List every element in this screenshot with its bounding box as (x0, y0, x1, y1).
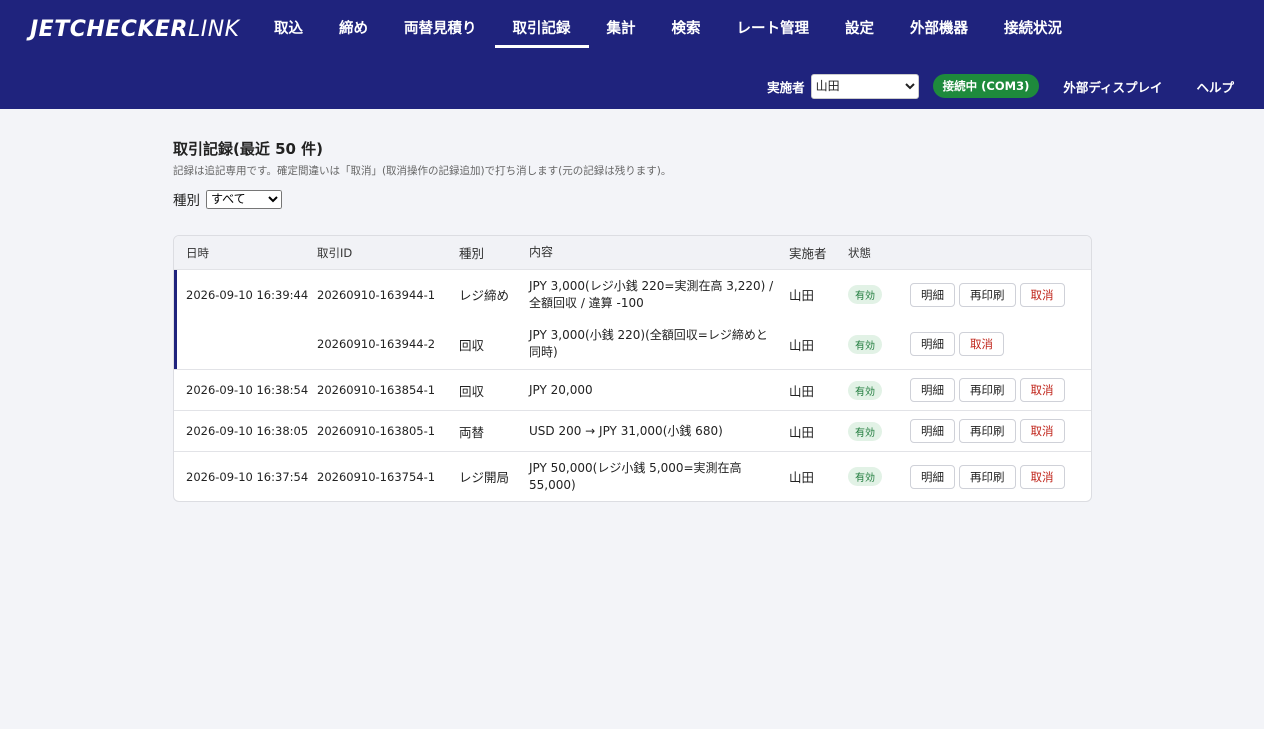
nav-item-import[interactable]: 取込 (256, 0, 321, 48)
cancel-button[interactable]: 取消 (1019, 282, 1065, 307)
row-id: 20260910-163805-1 (317, 424, 436, 438)
reprint-button[interactable]: 再印刷 (959, 419, 1016, 443)
row-operator: 山田 (789, 424, 815, 440)
row-content: JPY 3,000(小銭 220)(全額回収=レジ締めと同時) (529, 328, 768, 360)
row-id: 20260910-163754-1 (317, 469, 436, 484)
help-link[interactable]: ヘルプ (1196, 77, 1234, 96)
type-filter-select[interactable]: すべて (206, 189, 282, 209)
detail-button[interactable]: 明細 (910, 282, 955, 307)
row-date: 2026-09-10 16:38:05 (186, 424, 309, 438)
type-filter: 種別 すべて (173, 189, 1092, 209)
row-actions: 明細 再印刷 取消 (910, 464, 1065, 489)
header-operator: 実施者 (789, 246, 827, 261)
header-id: 取引ID (317, 245, 353, 260)
status-badge: 有効 (848, 421, 882, 441)
row-id: 20260910-163944-2 (317, 337, 436, 352)
row-content: JPY 20,000 (529, 382, 593, 397)
cancel-button[interactable]: 取消 (959, 332, 1004, 357)
main-nav: 取込 締め 両替見積り 取引記録 集計 検索 レート管理 設定 外部機器 接続状… (256, 0, 1080, 48)
nav-item-transaction-log[interactable]: 取引記録 (494, 0, 589, 48)
table-row-group: 2026-09-10 16:39:44 20260910-163944-1 レジ… (174, 269, 1091, 369)
sub-bar: 実施者 山田 接続中 (COM3) 外部ディスプレイ ヘルプ (767, 73, 1264, 99)
detail-button[interactable]: 明細 (910, 332, 955, 357)
table-row: 2026-09-10 16:38:05 20260910-163805-1 両替… (174, 410, 1091, 451)
row-date: 2026-09-10 16:37:54 (186, 469, 309, 484)
row-content: JPY 3,000(レジ小銭 220=実測在高 3,220) / 全額回収 / … (529, 278, 774, 310)
connection-badge: 接続中 (COM3) (932, 74, 1040, 98)
detail-button[interactable]: 明細 (910, 419, 955, 443)
page-description: 記録は追記専用です。確定間違いは「取消」(取消操作の記録追加)で打ち消します(元… (173, 165, 672, 177)
table-row: 20260910-163944-2 回収 JPY 3,000(小銭 220)(全… (174, 320, 1091, 370)
row-id: 20260910-163854-1 (317, 383, 436, 397)
table-row: 2026-09-10 16:38:54 20260910-163854-1 回収… (174, 369, 1091, 410)
filter-label: 種別 (173, 193, 200, 209)
row-operator: 山田 (789, 383, 815, 399)
header-date: 日時 (186, 245, 209, 260)
header-status: 状態 (848, 245, 871, 260)
status-badge: 有効 (848, 467, 882, 486)
row-type: 回収 (459, 337, 485, 353)
external-display-link[interactable]: 外部ディスプレイ (1063, 77, 1162, 96)
row-date: 2026-09-10 16:39:44 (186, 287, 309, 302)
row-operator: 山田 (789, 337, 815, 353)
row-type: 回収 (459, 383, 485, 399)
nav-item-settings[interactable]: 設定 (827, 0, 892, 48)
page-title: 取引記録(最近 50 件) (173, 140, 324, 158)
row-type: レジ締め (459, 288, 510, 304)
row-actions: 明細 取消 (910, 332, 1004, 357)
row-content: USD 200 → JPY 31,000(小銭 680) (529, 423, 723, 438)
row-operator: 山田 (789, 288, 815, 304)
nav-item-external-devices[interactable]: 外部機器 (892, 0, 986, 48)
nav-item-summary[interactable]: 集計 (589, 0, 654, 48)
detail-button[interactable]: 明細 (910, 378, 955, 402)
nav-item-exchange-quote[interactable]: 両替見積り (386, 0, 495, 48)
header-type: 種別 (459, 246, 485, 261)
top-header: JETCHECKERLINK 取込 締め 両替見積り 取引記録 集計 検索 レー… (0, 0, 1264, 109)
table-row: 2026-09-10 16:37:54 20260910-163754-1 レジ… (174, 451, 1091, 501)
cancel-button[interactable]: 取消 (1019, 378, 1065, 402)
nav-item-closing[interactable]: 締め (321, 0, 386, 48)
reprint-button[interactable]: 再印刷 (959, 282, 1016, 307)
nav-item-search[interactable]: 検索 (654, 0, 719, 48)
reprint-button[interactable]: 再印刷 (959, 378, 1016, 402)
table-header: 日時 取引ID 種別 内容 実施者 状態 (174, 236, 1091, 269)
row-actions: 明細 再印刷 取消 (910, 419, 1065, 443)
status-badge: 有効 (848, 334, 882, 354)
transaction-table: 日時 取引ID 種別 内容 実施者 状態 2026-09-10 16:39:44… (173, 235, 1092, 502)
row-type: 両替 (459, 424, 485, 440)
nav-item-rate-management[interactable]: レート管理 (719, 0, 828, 48)
row-id: 20260910-163944-1 (317, 287, 436, 302)
operator-label: 実施者 (767, 79, 805, 95)
main-content: 取引記録(最近 50 件) 記録は追記専用です。確定間違いは「取消」(取消操作の… (173, 138, 1092, 502)
status-badge: 有効 (848, 380, 882, 400)
header-content: 内容 (529, 245, 554, 259)
reprint-button[interactable]: 再印刷 (959, 464, 1016, 489)
nav-item-connection-status[interactable]: 接続状況 (986, 0, 1080, 48)
row-type: レジ開局 (459, 470, 510, 485)
table-row: 2026-09-10 16:39:44 20260910-163944-1 レジ… (174, 270, 1091, 320)
row-actions: 明細 再印刷 取消 (910, 282, 1065, 307)
logo-light-text: LINK (187, 17, 240, 42)
operator-select[interactable]: 山田 (810, 73, 919, 99)
row-operator: 山田 (789, 470, 815, 485)
row-actions: 明細 再印刷 取消 (910, 378, 1065, 402)
cancel-button[interactable]: 取消 (1019, 464, 1065, 489)
cancel-button[interactable]: 取消 (1019, 419, 1065, 443)
app-logo[interactable]: JETCHECKERLINK (30, 17, 240, 42)
detail-button[interactable]: 明細 (910, 464, 955, 489)
row-content: JPY 50,000(レジ小銭 5,000=実測在高 55,000) (529, 460, 742, 492)
logo-bold-text: JETCHECKER (30, 17, 188, 42)
row-date: 2026-09-10 16:38:54 (186, 383, 309, 397)
status-badge: 有効 (848, 285, 882, 305)
